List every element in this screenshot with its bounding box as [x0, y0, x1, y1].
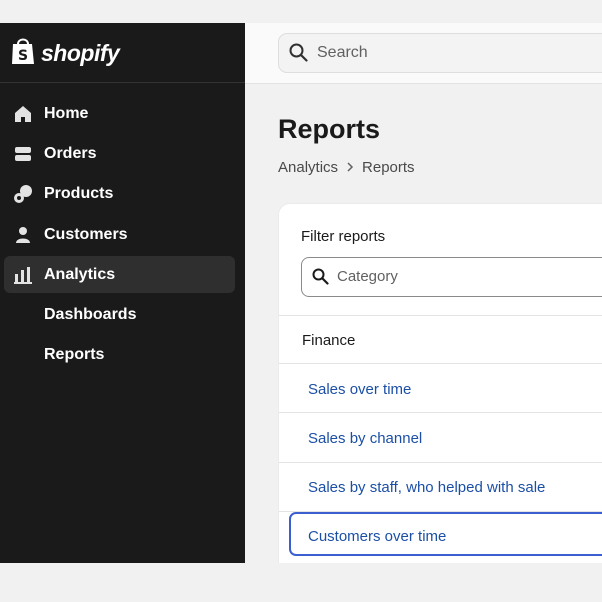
- sidebar-item-label: Orders: [44, 144, 97, 162]
- breadcrumb-reports: Reports: [362, 159, 415, 176]
- report-link[interactable]: Sales over time: [308, 381, 411, 398]
- reports-card: Filter reports Category Finance Sales ov…: [278, 203, 602, 563]
- page-title: Reports: [278, 114, 381, 144]
- tag-icon: [13, 184, 33, 204]
- search-icon: [312, 268, 329, 290]
- sidebar-item-dashboards[interactable]: Dashboards: [4, 296, 235, 333]
- search-input[interactable]: Search: [278, 33, 602, 73]
- sidebar-item-label: Products: [44, 184, 114, 202]
- sidebar-item-label: Dashboards: [44, 305, 137, 323]
- category-filter-input[interactable]: Category: [301, 257, 602, 297]
- sidebar: S shopify Home Orders Products Customers…: [0, 23, 245, 563]
- search-placeholder: Search: [317, 44, 368, 61]
- sidebar-item-customers[interactable]: Customers: [4, 216, 235, 253]
- breadcrumb: Analytics Reports: [278, 159, 415, 176]
- sidebar-item-label: Home: [44, 104, 89, 122]
- divider: [279, 315, 602, 316]
- sidebar-item-label: Analytics: [44, 265, 116, 283]
- top-bar: Search: [245, 23, 602, 84]
- sidebar-item-label: Reports: [44, 345, 105, 363]
- filter-placeholder: Category: [337, 268, 398, 285]
- logo-text: shopify: [41, 40, 120, 66]
- divider: [279, 412, 602, 413]
- section-heading-finance: Finance: [302, 332, 356, 349]
- shopify-logo[interactable]: S shopify: [10, 36, 120, 71]
- sidebar-item-analytics[interactable]: Analytics: [4, 256, 235, 293]
- app-window: S shopify Home Orders Products Customers…: [0, 23, 602, 563]
- sidebar-divider: [0, 82, 245, 83]
- divider: [279, 462, 602, 463]
- chevron-right-icon: [346, 159, 354, 176]
- divider: [279, 363, 602, 364]
- shopify-bag-icon: S: [10, 36, 36, 71]
- home-icon: [13, 104, 33, 124]
- svg-text:S: S: [18, 48, 28, 64]
- bar-chart-icon: [13, 265, 33, 285]
- breadcrumb-analytics[interactable]: Analytics: [278, 159, 338, 176]
- report-link[interactable]: Customers over time: [308, 528, 446, 545]
- sidebar-item-home[interactable]: Home: [4, 95, 235, 132]
- report-link[interactable]: Sales by channel: [308, 430, 422, 447]
- report-link[interactable]: Sales by staff, who helped with sale: [308, 479, 545, 496]
- orders-icon: [13, 144, 33, 164]
- filter-label: Filter reports: [301, 228, 386, 245]
- sidebar-item-reports[interactable]: Reports: [4, 336, 235, 373]
- search-icon: [289, 43, 308, 67]
- person-icon: [13, 225, 33, 245]
- main-content: Reports Analytics Reports Filter reports…: [245, 84, 602, 563]
- sidebar-item-label: Customers: [44, 225, 128, 243]
- sidebar-item-products[interactable]: Products: [4, 175, 235, 212]
- sidebar-item-orders[interactable]: Orders: [4, 135, 235, 172]
